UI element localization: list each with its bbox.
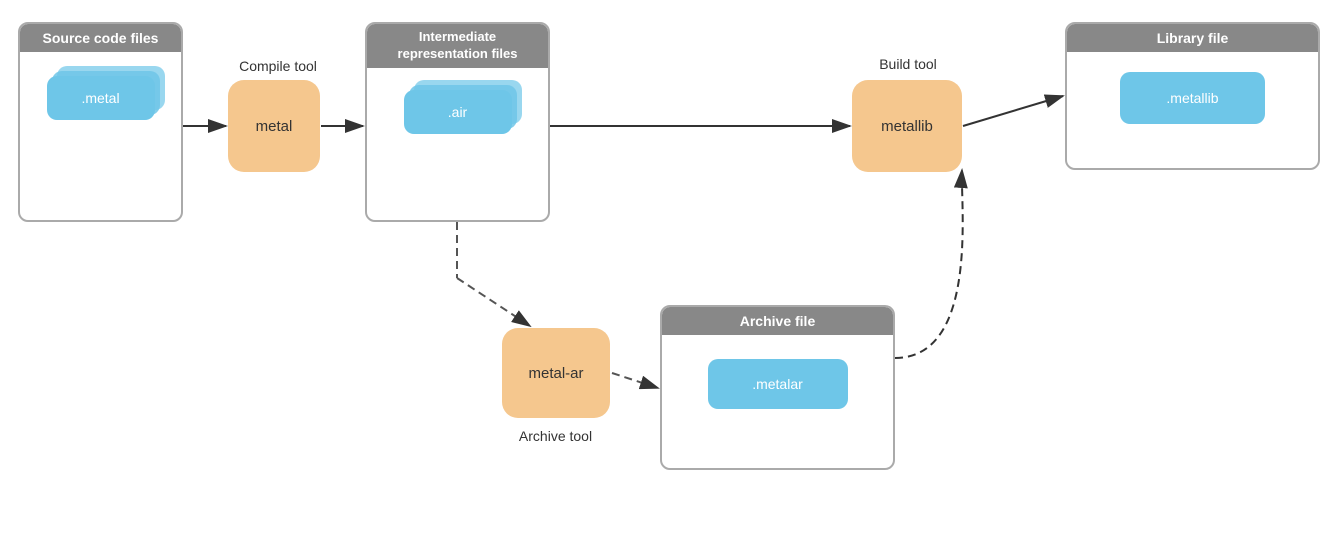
metal-tool: metal <box>228 80 320 172</box>
archive-header: Archive file <box>662 307 893 335</box>
archive-file-chip: .metalar <box>708 359 848 409</box>
library-file-chip: .metallib <box>1120 72 1265 124</box>
intermediate-header: Intermediaterepresentation files <box>367 24 548 68</box>
build-tool-label: Build tool <box>848 56 968 72</box>
source-file-chips: .metal <box>47 76 155 120</box>
diagram-container: Source code files .metal Compile tool me… <box>0 0 1344 540</box>
intermediate-file-chip: .air <box>404 90 512 134</box>
library-box: Library file .metallib <box>1065 22 1320 170</box>
intermediate-file-chips: .air <box>404 90 512 134</box>
source-file-chip: .metal <box>47 76 155 120</box>
arrow-archive-to-metallib <box>895 170 963 358</box>
archive-box: Archive file .metalar <box>660 305 895 470</box>
source-code-header: Source code files <box>20 24 181 52</box>
compile-tool-label: Compile tool <box>218 58 338 74</box>
metallib-tool: metallib <box>852 80 962 172</box>
arrow-metalAr-to-archive <box>612 373 658 388</box>
source-code-box: Source code files .metal <box>18 22 183 222</box>
arrow-intermediate-to-metalAr-bottom <box>457 278 530 326</box>
library-header: Library file <box>1067 24 1318 52</box>
intermediate-box: Intermediaterepresentation files .air <box>365 22 550 222</box>
archive-tool-label: Archive tool <box>478 428 633 444</box>
arrow-metallib-to-library <box>963 96 1063 126</box>
metalAr-tool: metal-ar <box>502 328 610 418</box>
